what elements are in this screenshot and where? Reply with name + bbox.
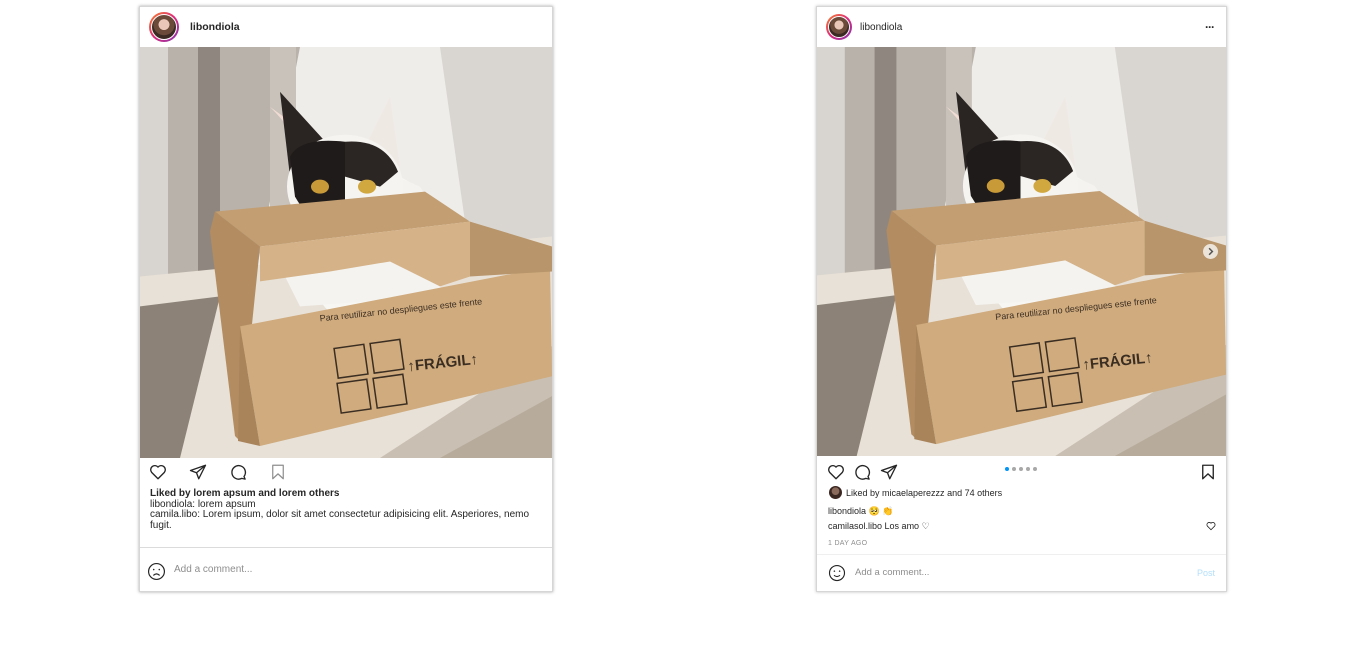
heart-icon[interactable] bbox=[149, 463, 167, 481]
post-header: libondiola ··· bbox=[817, 7, 1226, 47]
comment-input[interactable] bbox=[855, 567, 1155, 578]
carousel-dot bbox=[1005, 467, 1009, 471]
likes-suffix: and 74 others bbox=[944, 488, 1003, 498]
caption-emoji: 🥺 👏 bbox=[868, 506, 894, 516]
carousel-dot bbox=[1033, 467, 1037, 471]
timestamp: 1 DAY AGO bbox=[828, 540, 868, 547]
post-photo bbox=[140, 47, 552, 458]
likes-text: Liked by lorem apsum and lorem others bbox=[150, 488, 340, 499]
likes-text: Liked by micaelaperezzz and 74 others bbox=[846, 488, 1002, 499]
comment-input[interactable] bbox=[174, 564, 514, 575]
avatar[interactable] bbox=[829, 486, 842, 499]
likes-user-link[interactable]: micaelaperezzz bbox=[882, 488, 945, 498]
caption-username[interactable]: libondiola bbox=[828, 506, 866, 516]
comment-line: camilasol.libo Los amo ♡ bbox=[828, 521, 930, 532]
carousel-dot bbox=[1012, 467, 1016, 471]
heart-icon[interactable] bbox=[827, 463, 845, 481]
send-icon[interactable] bbox=[880, 463, 898, 481]
avatar[interactable] bbox=[149, 12, 179, 42]
post-card-left: libondiola Liked by lorem apsum and lore… bbox=[139, 6, 553, 592]
comment-icon[interactable] bbox=[853, 463, 871, 481]
carousel-indicator bbox=[1005, 467, 1037, 471]
post-photo bbox=[817, 47, 1226, 456]
carousel-dot bbox=[1019, 467, 1023, 471]
chevron-right-icon[interactable] bbox=[1203, 244, 1218, 259]
carousel-dot bbox=[1026, 467, 1030, 471]
comment-text: camila.libo: Lorem ipsum, dolor sit amet… bbox=[150, 509, 530, 531]
emoji-icon[interactable] bbox=[147, 562, 166, 581]
comment-username[interactable]: camilasol.libo bbox=[828, 521, 882, 531]
post-header: libondiola bbox=[140, 7, 552, 47]
heart-icon[interactable] bbox=[1206, 521, 1216, 531]
comment-bar bbox=[140, 547, 552, 591]
emoji-icon[interactable] bbox=[828, 564, 846, 582]
more-icon[interactable]: ··· bbox=[1205, 20, 1215, 34]
caption-line: libondiola 🥺 👏 bbox=[828, 506, 893, 517]
comment-text: Los amo ♡ bbox=[884, 521, 930, 531]
post-card-right: libondiola ··· Liked by micaelaperezzz a… bbox=[816, 6, 1227, 592]
username-link[interactable]: libondiola bbox=[860, 22, 902, 33]
send-icon[interactable] bbox=[189, 463, 207, 481]
comment-icon[interactable] bbox=[229, 463, 247, 481]
post-button[interactable]: Post bbox=[1197, 568, 1215, 579]
bookmark-icon[interactable] bbox=[269, 463, 287, 481]
comment-bar: Post bbox=[817, 554, 1226, 591]
bookmark-icon[interactable] bbox=[1199, 463, 1217, 481]
username-link[interactable]: libondiola bbox=[190, 21, 240, 33]
avatar[interactable] bbox=[826, 14, 852, 40]
likes-prefix: Liked by bbox=[846, 488, 883, 498]
